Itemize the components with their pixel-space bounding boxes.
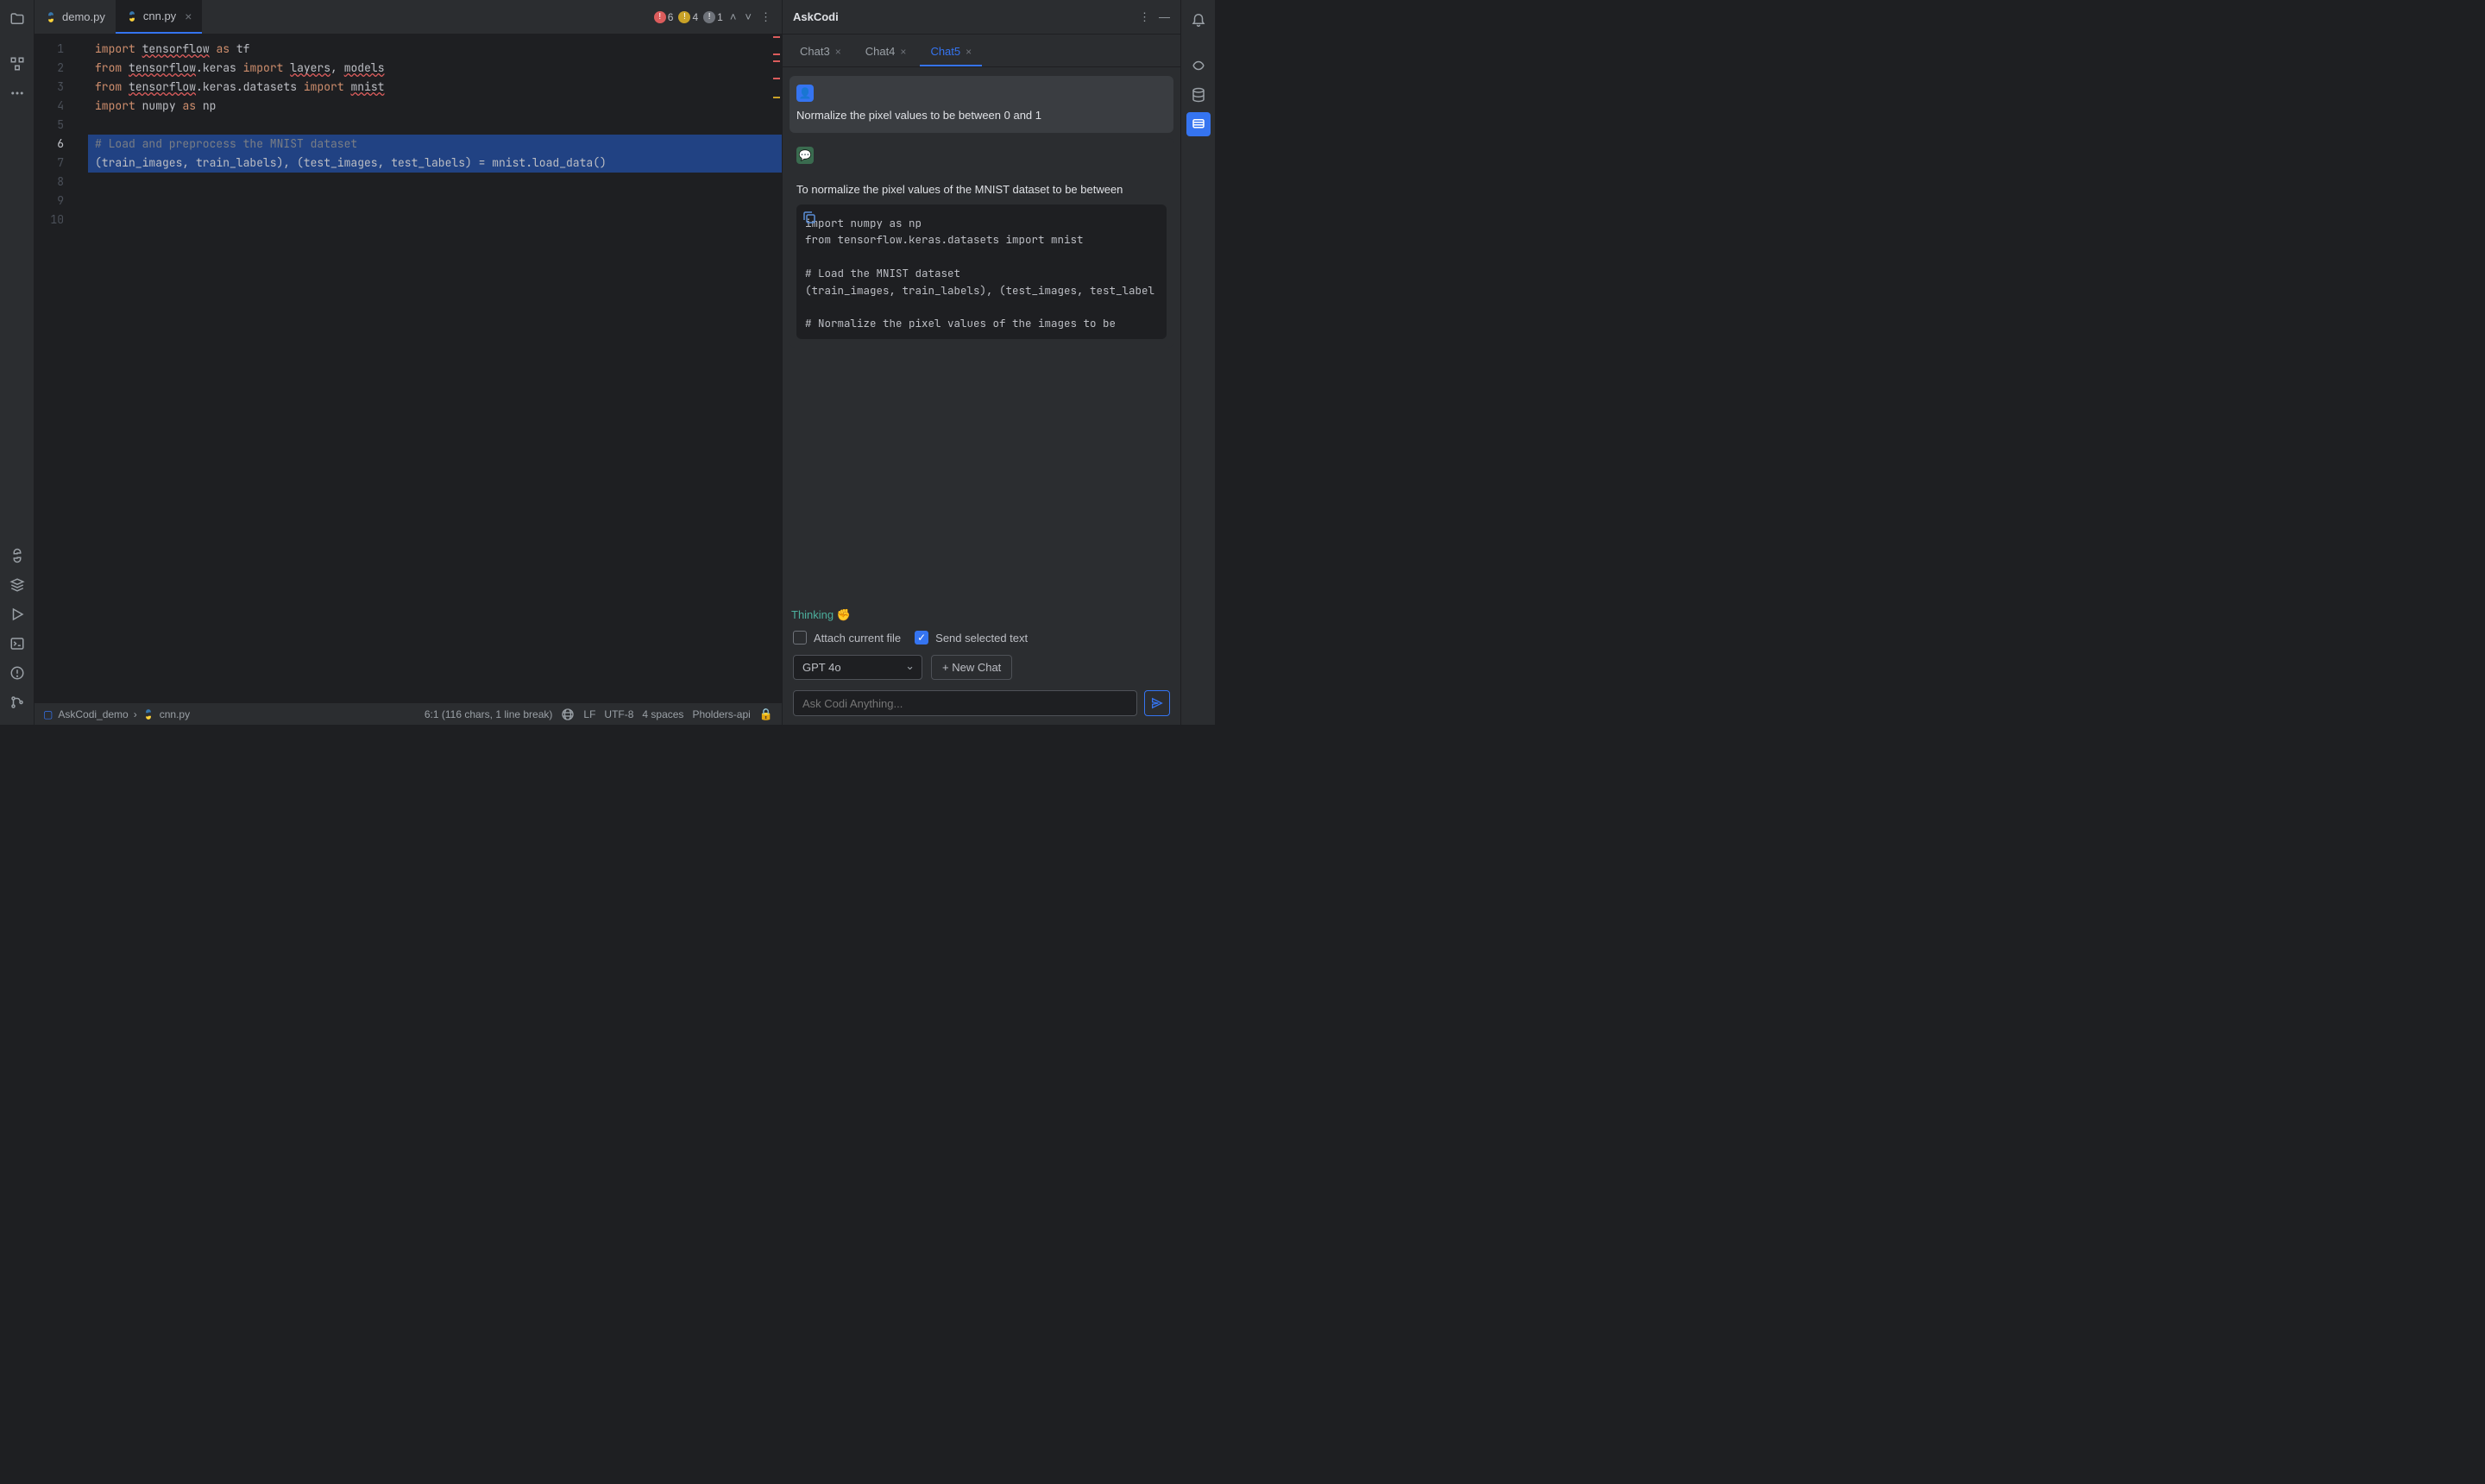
next-highlight-icon[interactable]: ˅ (743, 10, 753, 23)
model-select[interactable]: GPT 4o (793, 655, 922, 680)
status-bar: ▢ AskCodi_demo › cnn.py 6:1 (116 chars, … (35, 702, 782, 725)
chat-options: Attach current file ✓ Send selected text (783, 626, 1180, 650)
breadcrumb-file[interactable]: cnn.py (160, 708, 190, 720)
readonly-lock-icon[interactable]: 🔒 (759, 707, 773, 721)
structure-icon[interactable] (5, 52, 29, 76)
close-icon[interactable]: × (966, 46, 972, 58)
send-button[interactable] (1144, 690, 1170, 716)
attach-file-checkbox[interactable]: Attach current file (793, 631, 901, 645)
chat-tab-3[interactable]: Chat3× (790, 38, 852, 66)
editor-area: demo.py cnn.py × !6 !4 !1 ˄ ˅ ⋮ 1 (35, 0, 782, 725)
user-avatar-icon: 👤 (796, 85, 814, 102)
panel-more-icon[interactable]: ⋮ (1139, 10, 1150, 24)
editor-body[interactable]: 1 2 3 4 5 6 7 8 9 10 import tensorflow a… (35, 35, 782, 702)
user-message: 👤 Normalize the pixel values to be betwe… (790, 76, 1173, 133)
encoding[interactable]: UTF-8 (604, 708, 633, 720)
python-console-icon[interactable] (5, 544, 29, 568)
database-icon[interactable] (1186, 83, 1211, 107)
panel-title: AskCodi (793, 10, 839, 23)
code-block-content[interactable]: import numpy as np from tensorflow.keras… (805, 215, 1158, 332)
api-label[interactable]: Pholders-api (692, 708, 750, 720)
breadcrumb-project[interactable]: AskCodi_demo (58, 708, 128, 720)
more-icon[interactable] (5, 81, 29, 105)
checkbox-unchecked-icon (793, 631, 807, 645)
close-icon[interactable]: × (835, 46, 841, 58)
file-tab-label: cnn.py (143, 9, 176, 22)
ai-assist-icon[interactable] (1186, 53, 1211, 78)
line-separator[interactable]: LF (583, 708, 595, 720)
project-icon[interactable] (5, 7, 29, 31)
askcodi-tool-icon[interactable] (1186, 112, 1211, 136)
error-badge-red[interactable]: !6 (654, 11, 674, 23)
error-badge-yellow[interactable]: !4 (678, 11, 698, 23)
problems-icon[interactable] (5, 661, 29, 685)
file-tab-demo[interactable]: demo.py (35, 0, 116, 34)
new-chat-button[interactable]: + New Chat (931, 655, 1012, 680)
cursor-position[interactable]: 6:1 (116 chars, 1 line break) (425, 708, 553, 720)
close-tab-icon[interactable]: × (185, 9, 192, 23)
vcs-icon[interactable] (5, 690, 29, 714)
chat-tab-5[interactable]: Chat5× (920, 38, 982, 66)
chat-input[interactable] (793, 690, 1137, 716)
left-tool-rail (0, 0, 35, 725)
packages-icon[interactable] (5, 573, 29, 597)
breadcrumb-root-icon: ▢ (43, 708, 53, 720)
code-block: import numpy as np from tensorflow.keras… (796, 204, 1167, 339)
notifications-icon[interactable] (1186, 7, 1211, 31)
line-gutter: 1 2 3 4 5 6 7 8 9 10 (35, 35, 88, 702)
chat-tab-4[interactable]: Chat4× (855, 38, 917, 66)
chat-tabs: Chat3× Chat4× Chat5× (783, 35, 1180, 67)
send-selected-checkbox[interactable]: ✓ Send selected text (915, 631, 1028, 645)
scroll-marks (771, 35, 782, 702)
thinking-status: Thinking ✊ (783, 605, 1180, 626)
assistant-message: 💬 To normalize the pixel values of the M… (790, 138, 1173, 348)
user-message-text: Normalize the pixel values to be between… (796, 107, 1167, 124)
python-file-icon (45, 11, 57, 23)
code-text-area[interactable]: import tensorflow as tf from tensorflow.… (88, 35, 782, 702)
chat-body: 👤 Normalize the pixel values to be betwe… (783, 67, 1180, 605)
file-tab-label: demo.py (62, 10, 105, 23)
error-badge-gray[interactable]: !1 (703, 11, 723, 23)
assistant-message-text: To normalize the pixel values of the MNI… (796, 181, 1167, 198)
terminal-icon[interactable] (5, 632, 29, 656)
checkbox-checked-icon: ✓ (915, 631, 928, 645)
panel-minimize-icon[interactable]: — (1159, 10, 1170, 24)
close-icon[interactable]: × (900, 46, 906, 58)
askcodi-panel: AskCodi ⋮ — Chat3× Chat4× Chat5× 👤 Norma… (782, 0, 1180, 725)
indent[interactable]: 4 spaces (642, 708, 683, 720)
python-file-icon (126, 10, 138, 22)
copy-code-icon[interactable] (802, 210, 819, 227)
python-file-icon (142, 708, 154, 720)
editor-more-icon[interactable]: ⋮ (758, 10, 773, 24)
services-icon[interactable] (5, 602, 29, 626)
prev-highlight-icon[interactable]: ˄ (728, 10, 739, 23)
right-tool-rail (1180, 0, 1215, 725)
status-link-icon[interactable] (561, 707, 575, 721)
bot-avatar-icon: 💬 (796, 147, 814, 164)
file-tab-cnn[interactable]: cnn.py × (116, 0, 203, 34)
editor-tabs: demo.py cnn.py × !6 !4 !1 ˄ ˅ ⋮ (35, 0, 782, 35)
